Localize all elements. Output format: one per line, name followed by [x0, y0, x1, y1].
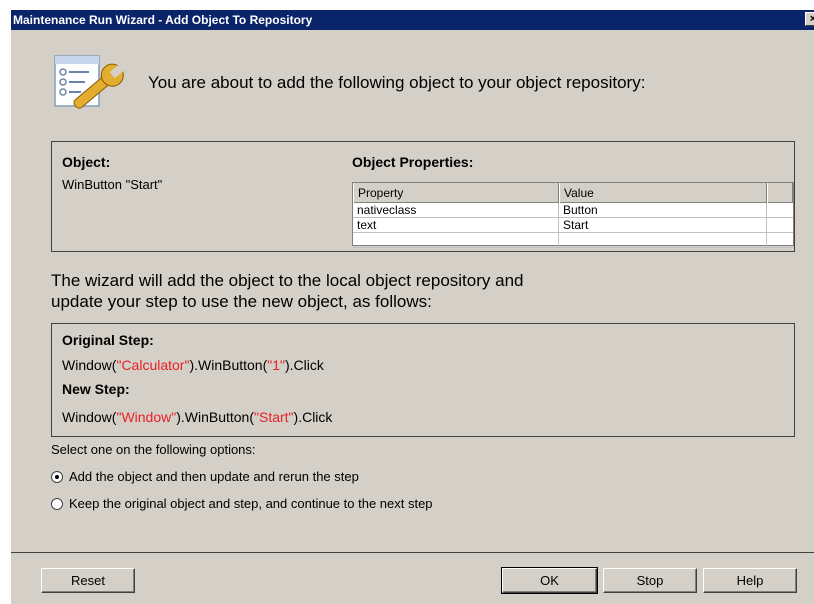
- original-step-code: Window("Calculator").WinButton("1").Clic…: [62, 357, 324, 373]
- table-row-empty: [353, 233, 793, 248]
- option-label[interactable]: Keep the original object and step, and c…: [69, 496, 433, 511]
- cell-property: nativeclass: [353, 203, 559, 218]
- title-bar: Maintenance Run Wizard - Add Object To R…: [11, 10, 814, 30]
- column-header-property[interactable]: Property: [353, 183, 559, 203]
- radio-button[interactable]: [51, 497, 63, 510]
- option-label[interactable]: Add the object and then update and rerun…: [69, 469, 359, 484]
- properties-grid[interactable]: Property Value nativeclass Button text S…: [352, 182, 794, 248]
- radio-button-checked[interactable]: [51, 470, 63, 483]
- wizard-description-line-1: The wizard will add the object to the lo…: [51, 271, 524, 290]
- new-step-code: Window("Window").WinButton("Start").Clic…: [62, 409, 333, 425]
- cell-property: text: [353, 218, 559, 233]
- close-icon: ×: [809, 13, 814, 25]
- window-title: Maintenance Run Wizard - Add Object To R…: [13, 13, 313, 27]
- object-label: Object:: [62, 154, 111, 170]
- object-repository-wrench-icon: [54, 55, 125, 109]
- ok-button[interactable]: OK: [501, 567, 598, 594]
- table-row[interactable]: text Start: [353, 218, 793, 233]
- object-panel: Object: WinButton "Start" Object Propert…: [51, 141, 795, 252]
- close-button[interactable]: ×: [805, 12, 814, 26]
- button-bar: Reset OK Stop Help: [11, 552, 814, 604]
- wizard-description-line-2: update your step to use the new object, …: [51, 292, 432, 311]
- column-header-value[interactable]: Value: [559, 183, 767, 203]
- grid-header: Property Value: [353, 183, 793, 203]
- cell-value: Button: [559, 203, 767, 218]
- column-header-empty: [767, 183, 793, 203]
- stop-button[interactable]: Stop: [603, 568, 697, 593]
- wizard-window: Maintenance Run Wizard - Add Object To R…: [10, 10, 814, 604]
- steps-panel: Original Step: Window("Calculator").WinB…: [51, 323, 795, 437]
- new-step-label: New Step:: [62, 381, 130, 397]
- wizard-description: The wizard will add the object to the lo…: [51, 270, 523, 312]
- options-label: Select one on the following options:: [51, 442, 256, 457]
- option-keep-original[interactable]: Keep the original object and step, and c…: [51, 496, 433, 511]
- reset-button[interactable]: Reset: [41, 568, 135, 593]
- original-step-label: Original Step:: [62, 332, 154, 348]
- table-row[interactable]: nativeclass Button: [353, 203, 793, 218]
- object-properties-label: Object Properties:: [352, 154, 474, 170]
- object-value: WinButton "Start": [62, 177, 163, 192]
- intro-text: You are about to add the following objec…: [148, 73, 646, 92]
- help-button[interactable]: Help: [703, 568, 797, 593]
- cell-value: Start: [559, 218, 767, 233]
- option-add-and-rerun[interactable]: Add the object and then update and rerun…: [51, 469, 359, 484]
